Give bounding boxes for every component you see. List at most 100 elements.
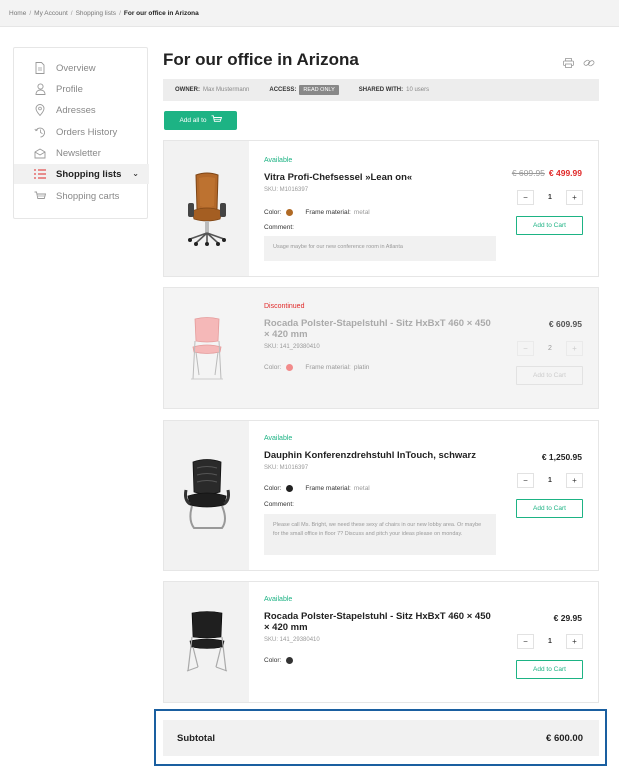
owner-info: OWNER: Max Mustermann: [175, 87, 249, 93]
comment-box[interactable]: Please call Ms. Bright, we need these se…: [264, 514, 496, 555]
product-name[interactable]: Vitra Profi-Chefsessel »Lean on«: [264, 172, 494, 183]
frame-label: Frame material:: [305, 209, 351, 216]
add-to-cart-button[interactable]: Add to Cart: [516, 216, 583, 235]
quantity-decrease-button[interactable]: −: [517, 340, 534, 356]
sidebar-item-shopping-lists[interactable]: Shopping lists ⌄: [14, 164, 149, 184]
sidebar-item-orders-history[interactable]: Orders History: [14, 122, 149, 142]
print-icon[interactable]: [563, 55, 574, 73]
product-image[interactable]: [164, 421, 249, 570]
quantity-increase-button[interactable]: +: [566, 472, 583, 488]
color-swatch: [286, 209, 294, 216]
product-image[interactable]: [164, 582, 249, 702]
product-attributes: Color: Frame material: platin: [264, 364, 369, 371]
sidebar-item-addresses[interactable]: Adresses: [14, 100, 149, 120]
frame-value: metal: [353, 209, 370, 216]
subtotal-row: Subtotal € 600.00: [163, 720, 599, 756]
status-discontinued: Discontinued: [264, 303, 305, 310]
product-card: Available Rocada Polster-Stapelstuhl - S…: [163, 581, 599, 703]
user-icon: [34, 83, 46, 95]
quantity-increase-button[interactable]: +: [566, 340, 583, 356]
envelope-icon: [34, 147, 46, 159]
sidebar-item-label: Adresses: [56, 104, 96, 116]
color-label: Color:: [264, 485, 282, 492]
product-image[interactable]: [164, 141, 249, 276]
document-icon: [34, 62, 46, 74]
add-to-cart-button[interactable]: Add to Cart: [516, 366, 583, 385]
status-available: Available: [264, 157, 293, 164]
product-card: Available Dauphin Konferenzdrehstuhl InT…: [163, 420, 599, 571]
quantity-value[interactable]: 1: [548, 638, 552, 645]
add-all-to-cart-button[interactable]: Add all to: [164, 111, 237, 130]
stacking-chair-pink-image: [190, 317, 223, 380]
product-sku: SKU: M1016397: [264, 465, 309, 471]
quantity-value[interactable]: 1: [548, 477, 552, 484]
sidebar-item-newsletter[interactable]: Newsletter: [14, 143, 149, 163]
quantity-decrease-button[interactable]: −: [517, 189, 534, 205]
product-image[interactable]: [164, 288, 249, 408]
account-sidebar: Overview Profile Adresses Orders History…: [13, 47, 149, 219]
sidebar-item-overview[interactable]: Overview: [14, 58, 149, 78]
access-info: ACCESS: READ ONLY: [269, 85, 339, 95]
add-to-cart-button[interactable]: Add to Cart: [516, 660, 583, 679]
color-label: Color:: [264, 364, 282, 371]
shared-value[interactable]: 10 users: [406, 87, 429, 93]
product-attributes: Color: Frame material: metal: [264, 485, 370, 492]
product-price: € 1,250.95: [541, 452, 582, 462]
color-swatch: [286, 657, 294, 664]
product-sku: SKU: 141_29380410: [264, 637, 320, 643]
stacking-chair-black-image: [186, 611, 227, 672]
product-sku: SKU: M1016397: [264, 187, 309, 193]
breadcrumb-current: For our office in Arizona: [123, 10, 199, 17]
breadcrumb-my-account[interactable]: My Account: [34, 10, 68, 17]
comment-box[interactable]: Usage maybe for our new conference room …: [264, 236, 496, 261]
frame-label: Frame material:: [305, 364, 351, 371]
sidebar-item-profile[interactable]: Profile: [14, 79, 149, 99]
color-swatch: [286, 364, 294, 371]
access-badge: READ ONLY: [299, 85, 339, 95]
sidebar-item-label: Overview: [56, 62, 96, 74]
product-attributes: Color: Frame material: metal: [264, 209, 370, 216]
quantity-decrease-button[interactable]: −: [517, 633, 534, 649]
subtotal-label: Subtotal: [177, 732, 215, 744]
breadcrumb-home[interactable]: Home: [9, 10, 26, 17]
owner-value: Max Mustermann: [203, 87, 250, 93]
product-attributes: Color:: [264, 657, 305, 664]
shared-label: SHARED WITH:: [358, 87, 404, 93]
conference-chair-black-image: [183, 458, 230, 529]
add-all-label: Add all to: [179, 117, 207, 124]
quantity-increase-button[interactable]: +: [566, 189, 583, 205]
subtotal-value: € 600.00: [546, 732, 583, 744]
status-available: Available: [264, 596, 293, 603]
sidebar-item-label: Shopping carts: [56, 190, 120, 202]
frame-value: metal: [353, 485, 370, 492]
product-card: Available Vitra Profi-Chefsessel »Lean o…: [163, 140, 599, 277]
color-swatch: [286, 485, 294, 492]
color-label: Color:: [264, 209, 282, 216]
product-price: € 609.95: [548, 319, 582, 329]
cart-icon: [211, 115, 222, 126]
quantity-increase-button[interactable]: +: [566, 633, 583, 649]
sidebar-item-label: Profile: [56, 83, 83, 95]
product-name[interactable]: Rocada Polster-Stapelstuhl - Sitz HxBxT …: [264, 611, 494, 633]
sidebar-item-label: Shopping lists: [56, 168, 122, 180]
add-to-cart-button[interactable]: Add to Cart: [516, 499, 583, 518]
quantity-value[interactable]: 2: [548, 345, 552, 352]
comment-label: Comment:: [264, 224, 294, 231]
product-price: € 29.95: [553, 613, 582, 623]
sidebar-item-shopping-carts[interactable]: Shopping carts: [14, 186, 149, 206]
quantity-decrease-button[interactable]: −: [517, 472, 534, 488]
title-actions: [563, 55, 595, 73]
comment-label: Comment:: [264, 501, 294, 508]
breadcrumb-shopping-lists[interactable]: Shopping lists: [76, 10, 116, 17]
product-card: Discontinued Rocada Polster-Stapelstuhl …: [163, 287, 599, 409]
quantity-stepper: − 2 +: [517, 339, 583, 357]
history-icon: [34, 126, 46, 138]
product-name[interactable]: Rocada Polster-Stapelstuhl - Sitz HxBxT …: [264, 318, 494, 340]
cart-icon: [34, 190, 46, 202]
product-name[interactable]: Dauphin Konferenzdrehstuhl InTouch, schw…: [264, 450, 494, 461]
link-icon[interactable]: [583, 55, 595, 73]
quantity-value[interactable]: 1: [548, 194, 552, 201]
frame-value: platin: [353, 364, 370, 371]
list-info-bar: OWNER: Max Mustermann ACCESS: READ ONLY SH…: [163, 79, 599, 101]
frame-label: Frame material:: [305, 485, 351, 492]
